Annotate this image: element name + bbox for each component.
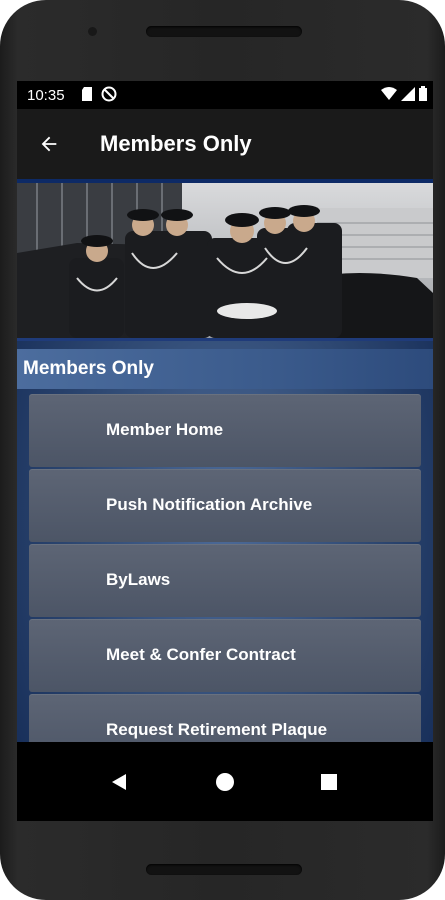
- officers-photo: [17, 183, 433, 338]
- menu-item-request-retirement-plaque[interactable]: Request Retirement Plaque: [29, 694, 421, 742]
- device-screen: 10:35 Members Only Members Only Member H…: [17, 81, 433, 821]
- status-icons-right: [381, 86, 427, 105]
- menu-item-push-notification-archive[interactable]: Push Notification Archive: [29, 469, 421, 542]
- recents-square-icon: [321, 774, 337, 790]
- wifi-icon: [381, 86, 397, 105]
- phone-frame: 10:35 Members Only Members Only Member H…: [0, 0, 445, 900]
- front-camera: [88, 27, 97, 36]
- menu-item-meet-confer-contract[interactable]: Meet & Confer Contract: [29, 619, 421, 692]
- menu-item-label: Push Notification Archive: [106, 495, 313, 514]
- page-title: Members Only: [100, 131, 252, 156]
- section-title: Members Only: [23, 358, 154, 379]
- signal-icon: [401, 86, 415, 105]
- earpiece-speaker: [146, 26, 302, 37]
- battery-icon: [419, 86, 427, 105]
- nav-home-button[interactable]: [209, 766, 241, 798]
- menu-item-label: ByLaws: [106, 570, 171, 589]
- menu-item-label: Member Home: [106, 420, 224, 439]
- home-circle-icon: [216, 773, 234, 791]
- hero-image: [17, 179, 433, 341]
- menu-list: Member Home Push Notification Archive By…: [29, 394, 421, 742]
- back-button[interactable]: [31, 126, 67, 162]
- main-content[interactable]: Members Only Member Home Push Notificati…: [17, 179, 433, 742]
- menu-item-label: Request Retirement Plaque: [106, 720, 328, 739]
- do-not-disturb-icon: [101, 86, 117, 106]
- back-triangle-icon: [112, 774, 126, 790]
- menu-item-member-home[interactable]: Member Home: [29, 394, 421, 467]
- nav-recents-button[interactable]: [313, 766, 345, 798]
- status-time: 10:35: [27, 87, 65, 104]
- nav-back-button[interactable]: [103, 766, 135, 798]
- menu-item-label: Meet & Confer Contract: [106, 645, 296, 664]
- sd-card-icon: [81, 86, 93, 106]
- bottom-speaker: [146, 864, 302, 875]
- system-nav-bar: [17, 742, 433, 821]
- app-bar: Members Only: [17, 109, 433, 179]
- status-bar: 10:35: [17, 81, 433, 109]
- menu-item-bylaws[interactable]: ByLaws: [29, 544, 421, 617]
- section-header: Members Only: [17, 349, 433, 389]
- arrow-back-icon: [41, 136, 57, 152]
- status-icons-left: [81, 86, 117, 106]
